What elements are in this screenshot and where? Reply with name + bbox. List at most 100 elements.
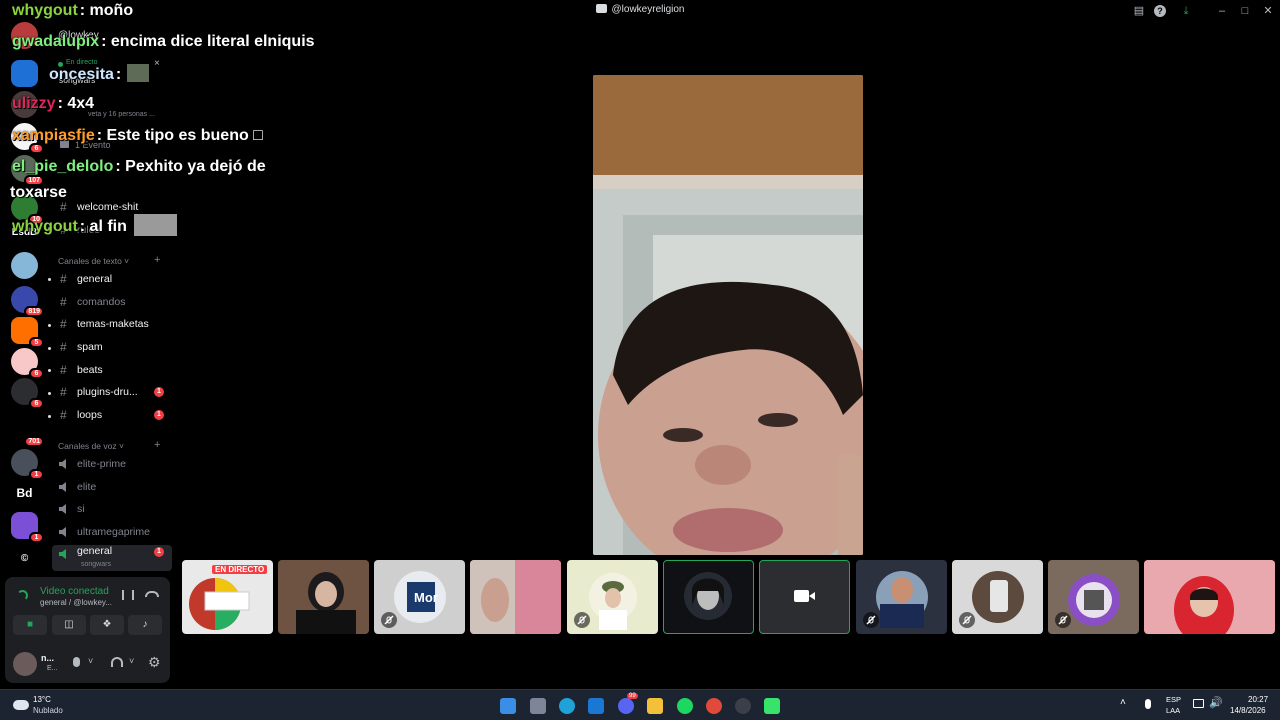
server-icon[interactable]: 6 <box>11 378 44 409</box>
server-icon[interactable] <box>11 60 38 87</box>
participant-tile[interactable] <box>470 560 561 634</box>
chat-message: el_pie_delolo: Pexhito ya dejó de <box>12 158 266 175</box>
inbox-icon[interactable]: ▤ <box>1131 3 1147 19</box>
start-icon[interactable] <box>500 698 516 714</box>
channel-spam[interactable]: # spam <box>52 337 172 357</box>
server-icon[interactable]: 5 <box>11 317 44 348</box>
screen-share-button[interactable]: ◫ <box>52 615 86 635</box>
help-icon[interactable]: ? <box>1154 5 1166 17</box>
file-explorer-icon[interactable] <box>647 698 663 714</box>
voice-channel-elite-prime[interactable]: elite-prime <box>52 454 172 474</box>
live-badge: EN DIRECTO <box>212 565 268 574</box>
channel-plugins[interactable]: # plugins-dru... 1 <box>52 382 172 402</box>
maximize-button[interactable]: □ <box>1237 3 1253 19</box>
add-channel-icon[interactable]: + <box>154 439 160 451</box>
edge-icon[interactable] <box>559 698 575 714</box>
app-icon[interactable] <box>735 698 751 714</box>
server-icon[interactable]: 819 <box>11 286 44 317</box>
channel-general[interactable]: # general <box>52 269 172 289</box>
minimize-button[interactable]: – <box>1214 3 1230 19</box>
channel-loops[interactable]: # loops 1 <box>52 405 172 425</box>
voice-status[interactable]: Video conectad <box>40 586 112 597</box>
hash-icon: # <box>60 317 67 331</box>
focused-video-stream[interactable] <box>593 75 863 555</box>
category-voice-channels[interactable]: Canales de voz ˅ <box>58 441 124 451</box>
server-icon[interactable]: 6 <box>11 348 44 379</box>
participant-tile[interactable] <box>1144 560 1275 634</box>
server-icon[interactable]: 1 <box>11 449 44 480</box>
participant-tile-muted[interactable]: Mor <box>374 560 465 634</box>
video-button[interactable]: ■ <box>13 615 47 635</box>
weather-text[interactable]: Nublado <box>33 706 63 715</box>
deafened-icon <box>863 612 879 628</box>
server-icon[interactable]: 1 <box>11 512 44 543</box>
task-view-icon[interactable] <box>530 698 546 714</box>
close-button[interactable]: ✕ <box>1260 3 1276 19</box>
microphone-icon[interactable] <box>73 657 80 667</box>
webcam-video <box>593 75 863 555</box>
chevron-down-icon: ˅ <box>124 256 130 266</box>
volume-icon[interactable]: 🔊 <box>1209 696 1223 709</box>
emote-image <box>127 64 150 82</box>
clock-date[interactable]: 14/8/2026 <box>1230 706 1266 715</box>
voice-channel-general-active[interactable]: general songwars 1 <box>52 545 172 571</box>
avatar-image <box>684 572 732 620</box>
chat-message-continued: toxarse <box>10 184 67 201</box>
user-avatar[interactable] <box>13 652 37 676</box>
headphones-icon[interactable] <box>111 657 123 667</box>
speaker-icon <box>59 527 66 537</box>
disconnect-icon[interactable] <box>145 591 159 597</box>
download-icon[interactable]: ⤓ <box>1178 3 1194 19</box>
discord-icon[interactable]: 99 <box>618 693 638 714</box>
spotify-icon[interactable] <box>677 698 693 714</box>
add-channel-icon[interactable]: + <box>154 254 160 266</box>
server-icon[interactable] <box>11 252 38 279</box>
participant-tile-live[interactable]: EN DIRECTO <box>182 560 273 634</box>
participant-tile-muted[interactable] <box>567 560 658 634</box>
language-bottom[interactable]: LAA <box>1166 706 1180 715</box>
speaker-icon <box>59 459 66 469</box>
participant-tile-speaking[interactable] <box>663 560 754 634</box>
deafened-icon <box>381 612 397 628</box>
signal-icon <box>17 590 28 601</box>
speaker-icon <box>59 504 66 514</box>
chevron-down-icon[interactable]: ˅ <box>129 656 134 666</box>
category-text-channels[interactable]: Canales de texto ˅ <box>58 256 129 266</box>
voice-location[interactable]: general / @lowkey... <box>40 598 112 607</box>
participant-tile[interactable] <box>278 560 369 634</box>
chat-message: oncesita: <box>49 64 150 84</box>
soundboard-icon[interactable] <box>122 590 134 600</box>
chevron-down-icon[interactable]: ˅ <box>88 656 93 666</box>
server-icon[interactable]: 701 <box>11 416 44 447</box>
chat-message: gwadalupix: encima dice literal elniquis <box>12 33 315 50</box>
close-icon[interactable]: × <box>154 58 160 69</box>
voice-channel-ultramegaprime[interactable]: ultramegaprime <box>52 522 172 542</box>
channel-temas-maketas[interactable]: # temas-maketas <box>52 314 172 334</box>
weather-temp[interactable]: 13°C <box>33 695 51 704</box>
language-top[interactable]: ESP <box>1166 695 1181 704</box>
outlook-icon[interactable] <box>588 698 604 714</box>
gear-icon[interactable]: ⚙ <box>148 654 161 671</box>
voice-channel-si[interactable]: si <box>52 499 172 519</box>
weather-cloud-icon[interactable] <box>13 700 29 710</box>
participant-tile-muted[interactable] <box>952 560 1043 634</box>
clock-time[interactable]: 20:27 <box>1248 695 1268 704</box>
channel-comandos[interactable]: # comandos <box>52 292 172 312</box>
discord-window: @lowkeyreligion ▤ ? ⤓ – □ ✕ 6 107 10 Esd… <box>0 0 1280 720</box>
soundboard-button[interactable]: ♪ <box>128 615 162 635</box>
server-icon-bd[interactable]: Bd <box>11 480 38 507</box>
kick-icon[interactable] <box>764 698 780 714</box>
show-hidden-icons-chevron[interactable]: ˄ <box>1120 697 1126 708</box>
participant-tile-muted[interactable] <box>856 560 947 634</box>
chat-message: ulizzy: 4x4 <box>12 95 95 112</box>
chrome-icon[interactable] <box>706 698 722 714</box>
channel-beats[interactable]: # beats <box>52 360 172 380</box>
participant-tile-video-off[interactable] <box>759 560 850 634</box>
window-title: @lowkeyreligion <box>0 4 1280 15</box>
activities-button[interactable]: ❖ <box>90 615 124 635</box>
voice-channel-elite[interactable]: elite <box>52 477 172 497</box>
network-icon[interactable] <box>1193 699 1204 708</box>
server-icon-c[interactable]: © <box>11 545 38 572</box>
microphone-tray-icon[interactable] <box>1145 699 1151 709</box>
participant-tile-muted[interactable] <box>1048 560 1139 634</box>
